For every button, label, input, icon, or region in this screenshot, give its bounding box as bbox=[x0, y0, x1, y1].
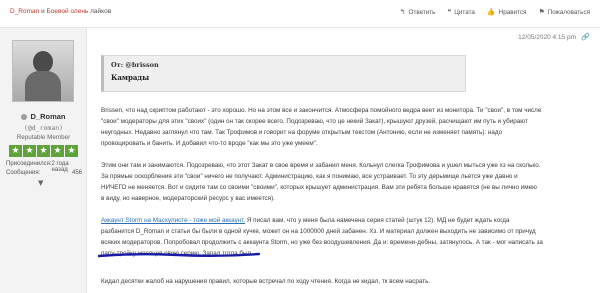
quote-label: Цитата bbox=[454, 8, 475, 16]
paragraph-line: Аккаунт Storm на Масхулисте - тоже мой а… bbox=[101, 215, 596, 226]
quote-icon: ❝ bbox=[447, 8, 452, 16]
reply-label: Ответить bbox=[408, 8, 436, 16]
quote-author: От: @brisson bbox=[111, 61, 159, 69]
author-rank: Reputable Member bbox=[16, 134, 71, 141]
paragraph-3: Аккаунт Storm на Масхулисте - тоже мой а… bbox=[101, 215, 596, 259]
star-icon: ★ bbox=[9, 145, 22, 157]
posts-label: Сообщения: bbox=[6, 170, 41, 176]
posts-value: 456 bbox=[71, 170, 82, 176]
likes-suffix: лайков bbox=[90, 8, 112, 15]
post-likes-bar: D_Roman и Боевой олень лайков ↰ Ответить… bbox=[0, 0, 600, 28]
paragraph-line: в виду, но наверное, модераторский ресур… bbox=[101, 195, 275, 202]
chevron-down-icon[interactable]: ▼ bbox=[38, 179, 43, 187]
paragraph-line: Кидал десятки жалоб на нарушения правил,… bbox=[101, 278, 431, 285]
avatar-body-shape bbox=[25, 71, 61, 101]
post-date: 12/05/2020 4:15 pm bbox=[518, 34, 576, 41]
author-handle: (@d_roman) bbox=[23, 124, 64, 132]
post-actions: ↰ Ответить ❝ Цитата 👍 Нравится ⚑ Пожалов… bbox=[400, 8, 590, 16]
report-label: Пожаловаться bbox=[547, 8, 590, 16]
author-name-text: D_Roman bbox=[30, 112, 66, 121]
like-icon: 👍 bbox=[486, 8, 496, 16]
paragraph-line: пару-тройку месяцев свою серию. Запал то… bbox=[101, 250, 253, 257]
paragraph-text: Я писал вам, что у меня была намечена се… bbox=[245, 217, 510, 224]
quote-button[interactable]: ❝ Цитата bbox=[447, 8, 474, 16]
like-label: Нравится bbox=[498, 8, 527, 16]
liker-link-2[interactable]: Боевой олень bbox=[47, 8, 89, 15]
paragraph-line: За прямые оскорбления эти "свои" ничего … bbox=[101, 173, 518, 180]
author-panel: D_Roman (@d_roman) Reputable Member ★ ★ … bbox=[0, 28, 87, 293]
paragraph-line: разбанится D_Roman и статьи бы были в од… bbox=[101, 228, 536, 235]
paragraph-2: Этим они там и занимаются. Подозреваю, ч… bbox=[101, 160, 596, 204]
quote-block: От: @brisson Камрады bbox=[101, 55, 466, 92]
paragraph-line: всяких модераторов. Попробовал продолжит… bbox=[101, 239, 543, 246]
storm-account-link[interactable]: Аккаунт Storm на Масхулисте - тоже мой а… bbox=[101, 217, 245, 224]
likes-summary: D_Roman и Боевой олень лайков bbox=[10, 8, 111, 15]
report-icon: ⚑ bbox=[538, 8, 545, 16]
post-content: 12/05/2020 4:15 pm 🔗 От: @brisson Камрад… bbox=[87, 28, 600, 293]
like-button[interactable]: 👍 Нравится bbox=[487, 8, 527, 16]
reply-button[interactable]: ↰ Ответить bbox=[400, 8, 436, 16]
forum-post: D_Roman (@d_roman) Reputable Member ★ ★ … bbox=[0, 28, 600, 293]
paragraph-line: провоцировать и банить. И добавил что-то… bbox=[101, 140, 318, 147]
likes-conjunction: и bbox=[41, 8, 45, 15]
avatar[interactable] bbox=[12, 40, 74, 102]
rating-stars: ★ ★ ★ ★ ★ bbox=[9, 145, 78, 157]
liker-link-1[interactable]: D_Roman bbox=[10, 8, 39, 15]
share-link-icon[interactable]: 🔗 bbox=[581, 33, 590, 41]
posts-stat: Сообщения: 456 bbox=[6, 170, 86, 176]
avatar-head-shape bbox=[33, 51, 53, 73]
status-dot-icon bbox=[21, 114, 28, 121]
paragraph-4: Кидал десятки жалоб на нарушения правил,… bbox=[101, 276, 596, 287]
star-icon: ★ bbox=[23, 145, 36, 157]
quote-text: Камрады bbox=[111, 73, 150, 82]
star-icon: ★ bbox=[37, 145, 50, 157]
paragraph-line: НИЧЕГО не меняется. Вот и сидите там со … bbox=[101, 184, 537, 191]
paragraph-line: Этим они там и занимаются. Подозреваю, ч… bbox=[101, 162, 541, 169]
paragraph-1: Brissen, что над скриптом работают - это… bbox=[101, 105, 596, 149]
report-button[interactable]: ⚑ Пожаловаться bbox=[538, 8, 590, 16]
star-icon: ★ bbox=[51, 145, 64, 157]
reply-icon: ↰ bbox=[399, 8, 406, 16]
paragraph-line: "свои" модераторы для этих "своих" (один… bbox=[101, 118, 528, 125]
author-name[interactable]: D_Roman bbox=[0, 112, 87, 121]
paragraph-line: неугодных. Недавно заглянул что там. Так… bbox=[101, 129, 503, 136]
star-icon: ★ bbox=[65, 145, 78, 157]
paragraph-line: Brissen, что над скриптом работают - это… bbox=[101, 107, 542, 114]
